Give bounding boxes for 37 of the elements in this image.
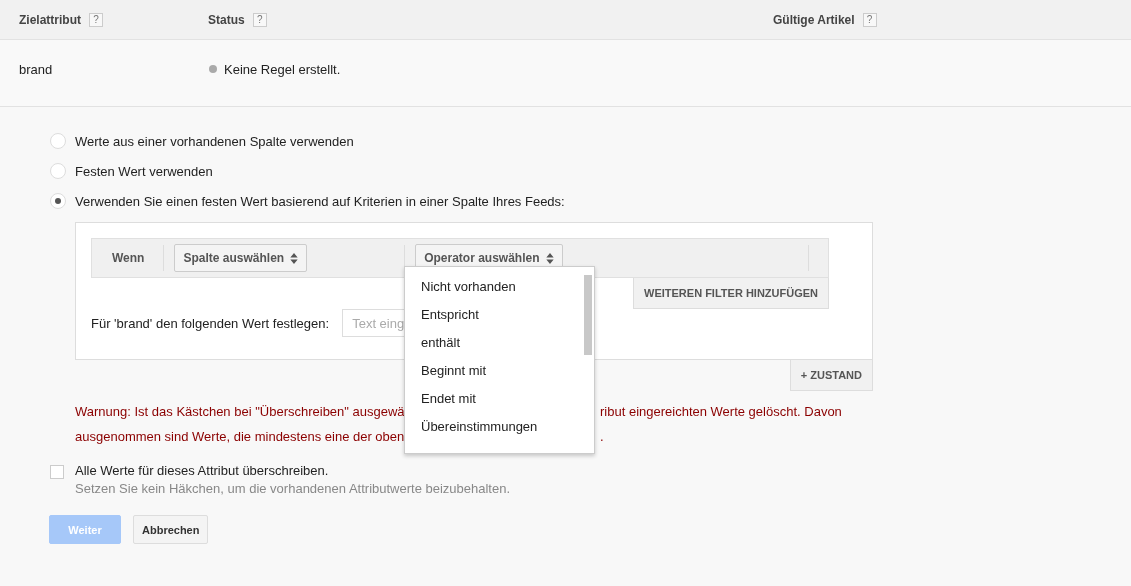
scrollbar[interactable] — [584, 275, 592, 355]
cancel-button[interactable]: Abbrechen — [133, 515, 209, 544]
filter-label: Wenn — [111, 251, 146, 265]
menu-item[interactable]: Nicht vorhanden — [405, 273, 571, 301]
radio-button[interactable] — [50, 133, 66, 149]
warning-text: ribut eingereichten Werte gelöscht. Davon — [600, 404, 843, 419]
status-text: Keine Regel erstellt. — [224, 61, 341, 77]
menu-item[interactable]: Endet mit — [405, 385, 571, 413]
table-cell-text: brand — [18, 61, 54, 77]
radio-label: Verwenden Sie einen festen Wert basierend auf Kriterien in einer Spalte Ihres Feeds: — [75, 193, 565, 209]
menu-item[interactable]: Übereinstimmungen — [405, 413, 571, 441]
menu-item[interactable]: Beginnt mit — [405, 357, 571, 385]
menu-item[interactable]: Entspricht — [405, 301, 571, 329]
radio-label: Festen Wert verwenden — [75, 163, 213, 179]
column-header: Status — [208, 12, 245, 27]
sort-icon — [290, 252, 299, 264]
radio-label: Werte aus einer vorhandenen Spalte verwenden — [75, 133, 354, 149]
radio-button[interactable] — [50, 193, 66, 209]
help-button[interactable]: ? — [252, 12, 267, 27]
help-button[interactable]: ? — [89, 12, 103, 27]
column-select[interactable]: Spalte auswählen — [174, 244, 308, 272]
add-filter-button[interactable]: WEITEREN FILTER HINZUFÜGEN — [633, 278, 829, 309]
column-header: Zielattribut — [19, 12, 81, 27]
radio-button[interactable] — [50, 163, 66, 179]
status-dot — [209, 65, 217, 73]
menu-item[interactable]: enthält — [405, 329, 571, 357]
add-condition-button[interactable]: + ZUSTAND — [789, 360, 873, 391]
warning-text: . — [600, 429, 605, 444]
checkbox-label: Alle Werte für dieses Attribut überschreiben. — [75, 463, 330, 478]
warning-text: ausgenommen sind Werte, die mindestens eine der oben — [75, 429, 404, 444]
sort-icon — [545, 252, 554, 264]
checkbox[interactable] — [50, 465, 64, 479]
warning-text: Warnung: Ist das Kästchen bei "Überschreiben" ausgewä — [75, 404, 404, 419]
column-header: Gültige Artikel — [773, 12, 855, 27]
value-label: Für 'brand' den folgenden Wert festlegen: — [91, 315, 330, 331]
help-button[interactable]: ? — [862, 12, 877, 27]
hint-text: Setzen Sie kein Häkchen, um die vorhandenen Attributwerte beizubehalten. — [75, 481, 511, 496]
